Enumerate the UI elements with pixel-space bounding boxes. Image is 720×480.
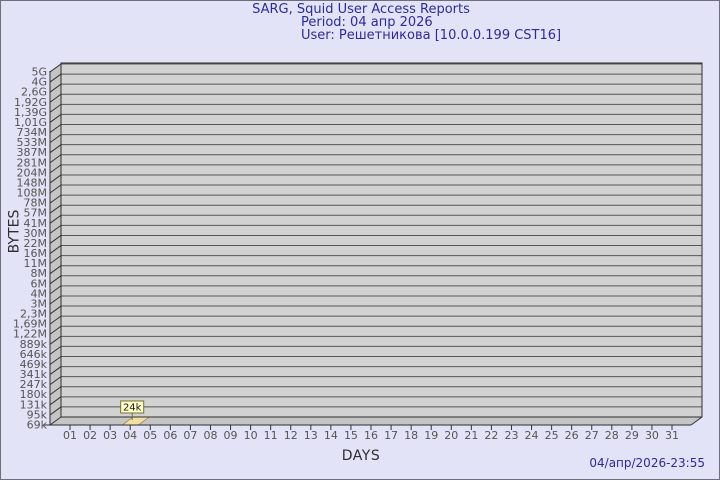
x-tick-label: 22	[484, 429, 498, 442]
x-tick-label: 03	[103, 429, 117, 442]
x-tick-label: 23	[504, 429, 518, 442]
x-tick-label: 30	[645, 429, 659, 442]
access-bytes-chart: 5G4G2,6G1,92G1,39G1,01G734M533M387M281M2…	[1, 1, 720, 480]
x-tick-label: 06	[163, 429, 177, 442]
generated-timestamp: 04/апр/2026-23:55	[589, 456, 705, 470]
x-tick-label: 26	[565, 429, 579, 442]
x-tick-label: 01	[63, 429, 77, 442]
chart-plot-area	[61, 63, 702, 417]
x-tick-label: 04	[123, 429, 137, 442]
x-tick-label: 15	[344, 429, 358, 442]
x-tick-label: 25	[545, 429, 559, 442]
x-tick-label: 18	[404, 429, 418, 442]
x-tick-label: 08	[203, 429, 217, 442]
x-tick-label: 09	[224, 429, 238, 442]
x-tick-label: 19	[424, 429, 438, 442]
x-tick-label: 13	[304, 429, 318, 442]
x-tick-label: 20	[444, 429, 458, 442]
bar-value-label: 24k	[123, 403, 142, 414]
x-tick-label: 12	[284, 429, 298, 442]
x-tick-label: 14	[324, 429, 338, 442]
x-tick-label: 31	[665, 429, 679, 442]
x-tick-label: 11	[264, 429, 278, 442]
x-tick-label: 27	[585, 429, 599, 442]
sarg-report-page: SARG, Squid User Access Reports Period: …	[0, 0, 720, 480]
x-tick-label: 29	[625, 429, 639, 442]
x-tick-label: 17	[384, 429, 398, 442]
x-tick-label: 10	[244, 429, 258, 442]
x-tick-label: 02	[83, 429, 97, 442]
x-tick-label: 28	[605, 429, 619, 442]
x-tick-label: 05	[143, 429, 157, 442]
x-tick-label: 24	[525, 429, 539, 442]
x-tick-label: 16	[364, 429, 378, 442]
x-tick-label: 21	[464, 429, 478, 442]
x-tick-label: 07	[183, 429, 197, 442]
